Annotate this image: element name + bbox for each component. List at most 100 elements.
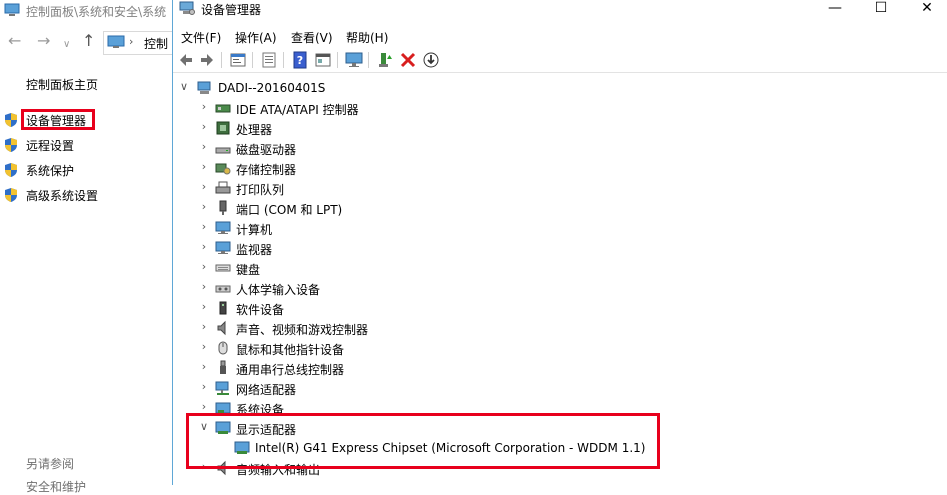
system-protection-link[interactable]: 系统保护 [26, 162, 74, 179]
device-manager-window: 设备管理器 — ☐ ✕ 文件(F) 操作(A) 查看(V) 帮助(H) ? ∨ … [172, 0, 947, 485]
see-also-heading: 另请参阅 [26, 457, 75, 471]
show-hidden-icon[interactable] [314, 51, 332, 69]
tree-item-cpu[interactable]: › 处理器 [173, 118, 573, 138]
tree-item-monitor[interactable]: › 监视器 [173, 238, 573, 258]
network-icon [215, 381, 229, 395]
download-icon[interactable] [422, 51, 440, 69]
tree-item-label: 声音、视频和游戏控制器 [236, 323, 369, 337]
disk-icon [215, 147, 231, 154]
tree-item-label: 通用串行总线控制器 [236, 363, 345, 377]
help-icon[interactable]: ? [291, 51, 309, 69]
chevron-right-icon[interactable]: › [199, 340, 209, 353]
monitor-icon [215, 241, 231, 254]
computer-icon [107, 35, 125, 48]
shield-icon [5, 188, 17, 202]
advanced-system-settings-link[interactable]: 高级系统设置 [26, 187, 98, 204]
tree-item-mouse[interactable]: › 鼠标和其他指针设备 [173, 338, 573, 358]
back-arrow-icon[interactable]: ← [8, 33, 21, 49]
svg-text:?: ? [297, 54, 303, 67]
cpu-icon [216, 121, 230, 135]
tree-item-computer[interactable]: › 计算机 [173, 218, 573, 238]
hid-icon [215, 285, 231, 293]
chevron-right-icon: › [129, 35, 134, 48]
address-text: 控制 [144, 37, 169, 51]
properties-icon[interactable] [229, 51, 247, 69]
tree-item-label: 人体学输入设备 [236, 283, 321, 297]
tree-item-label: 软件设备 [236, 303, 285, 317]
chevron-right-icon[interactable]: › [199, 240, 209, 253]
minimize-button[interactable]: — [812, 0, 858, 18]
chevron-right-icon[interactable]: › [199, 160, 209, 173]
tree-root[interactable]: ∨ DADI--20160401S [173, 78, 573, 98]
view-icon[interactable] [260, 51, 278, 69]
toolbar: ? [173, 48, 947, 73]
menu-file[interactable]: 文件(F) [181, 29, 221, 46]
chevron-right-icon[interactable]: › [199, 200, 209, 213]
update-driver-icon[interactable] [376, 51, 394, 69]
device-manager-titlebar[interactable]: 设备管理器 — ☐ ✕ [173, 0, 947, 18]
tree-item-disk[interactable]: › 磁盘驱动器 [173, 138, 573, 158]
shield-icon [5, 138, 17, 152]
chevron-right-icon[interactable]: › [199, 220, 209, 233]
chevron-right-icon[interactable]: › [199, 380, 209, 393]
chevron-right-icon[interactable]: › [199, 300, 209, 313]
menu-view[interactable]: 查看(V) [291, 29, 333, 46]
computer-icon [215, 221, 231, 234]
tree-item-label: IDE ATA/ATAPI 控制器 [236, 103, 359, 117]
keyboard-icon [215, 264, 231, 272]
chevron-right-icon[interactable]: › [199, 360, 209, 373]
storage-icon [215, 163, 231, 175]
tree-item-sound[interactable]: › 声音、视频和游戏控制器 [173, 318, 573, 338]
chevron-right-icon[interactable]: › [199, 100, 209, 113]
tree-item-label: 网络适配器 [236, 383, 297, 397]
tree-item-label: 磁盘驱动器 [236, 143, 297, 157]
security-maintenance-link[interactable]: 安全和维护 [26, 478, 86, 495]
control-panel-titlebar: 控制面板\系统和安全\系统 [0, 0, 172, 22]
chevron-right-icon[interactable]: › [199, 280, 209, 293]
highlight-box [186, 413, 660, 469]
computer-icon [4, 3, 20, 16]
back-icon[interactable] [177, 51, 195, 69]
address-bar[interactable]: › 控制 [103, 31, 173, 55]
tree-item-label: 处理器 [236, 123, 273, 137]
chevron-right-icon[interactable]: › [199, 320, 209, 333]
tree-item-label: 计算机 [236, 223, 273, 237]
software-device-icon [219, 301, 227, 315]
close-button[interactable]: ✕ [904, 0, 947, 18]
tree-item-storage[interactable]: › 存储控制器 [173, 158, 573, 178]
device-manager-title: 设备管理器 [201, 3, 262, 17]
mouse-icon [218, 341, 228, 355]
uninstall-icon[interactable] [399, 51, 417, 69]
port-icon [219, 200, 227, 215]
tree-item-keyboard[interactable]: › 键盘 [173, 258, 573, 278]
forward-icon[interactable] [198, 51, 216, 69]
chevron-down-icon[interactable]: ∨ [63, 37, 70, 53]
tree-item-port[interactable]: › 端口 (COM 和 LPT) [173, 198, 573, 218]
chevron-right-icon[interactable]: › [199, 260, 209, 273]
menu-help[interactable]: 帮助(H) [346, 29, 388, 46]
chevron-right-icon[interactable]: › [199, 140, 209, 153]
usb-icon [220, 360, 226, 374]
tree-item-label: 监视器 [236, 243, 273, 257]
computer-icon [197, 81, 211, 94]
up-arrow-icon[interactable]: ↑ [82, 33, 95, 49]
maximize-button[interactable]: ☐ [858, 0, 904, 18]
tree-item-label: 存储控制器 [236, 163, 297, 177]
tree-item-ide[interactable]: › IDE ATA/ATAPI 控制器 [173, 98, 573, 118]
tree-item-usb[interactable]: › 通用串行总线控制器 [173, 358, 573, 378]
menu-action[interactable]: 操作(A) [235, 29, 277, 46]
remote-settings-link[interactable]: 远程设置 [26, 137, 74, 154]
tree-item-hid[interactable]: › 人体学输入设备 [173, 278, 573, 298]
tree-item-printer[interactable]: › 打印队列 [173, 178, 573, 198]
tree-item-network[interactable]: › 网络适配器 [173, 378, 573, 398]
chevron-down-icon[interactable]: ∨ [179, 80, 189, 93]
tree-item-software[interactable]: › 软件设备 [173, 298, 573, 318]
sound-icon [217, 320, 226, 336]
computer-name: DADI--20160401S [218, 81, 326, 95]
chevron-right-icon[interactable]: › [199, 180, 209, 193]
control-panel-home-link[interactable]: 控制面板主页 [26, 76, 98, 93]
chevron-right-icon[interactable]: › [199, 120, 209, 133]
monitor-icon[interactable] [345, 51, 363, 69]
chevron-right-icon[interactable]: › [199, 400, 209, 413]
forward-arrow-icon[interactable]: → [37, 33, 50, 49]
